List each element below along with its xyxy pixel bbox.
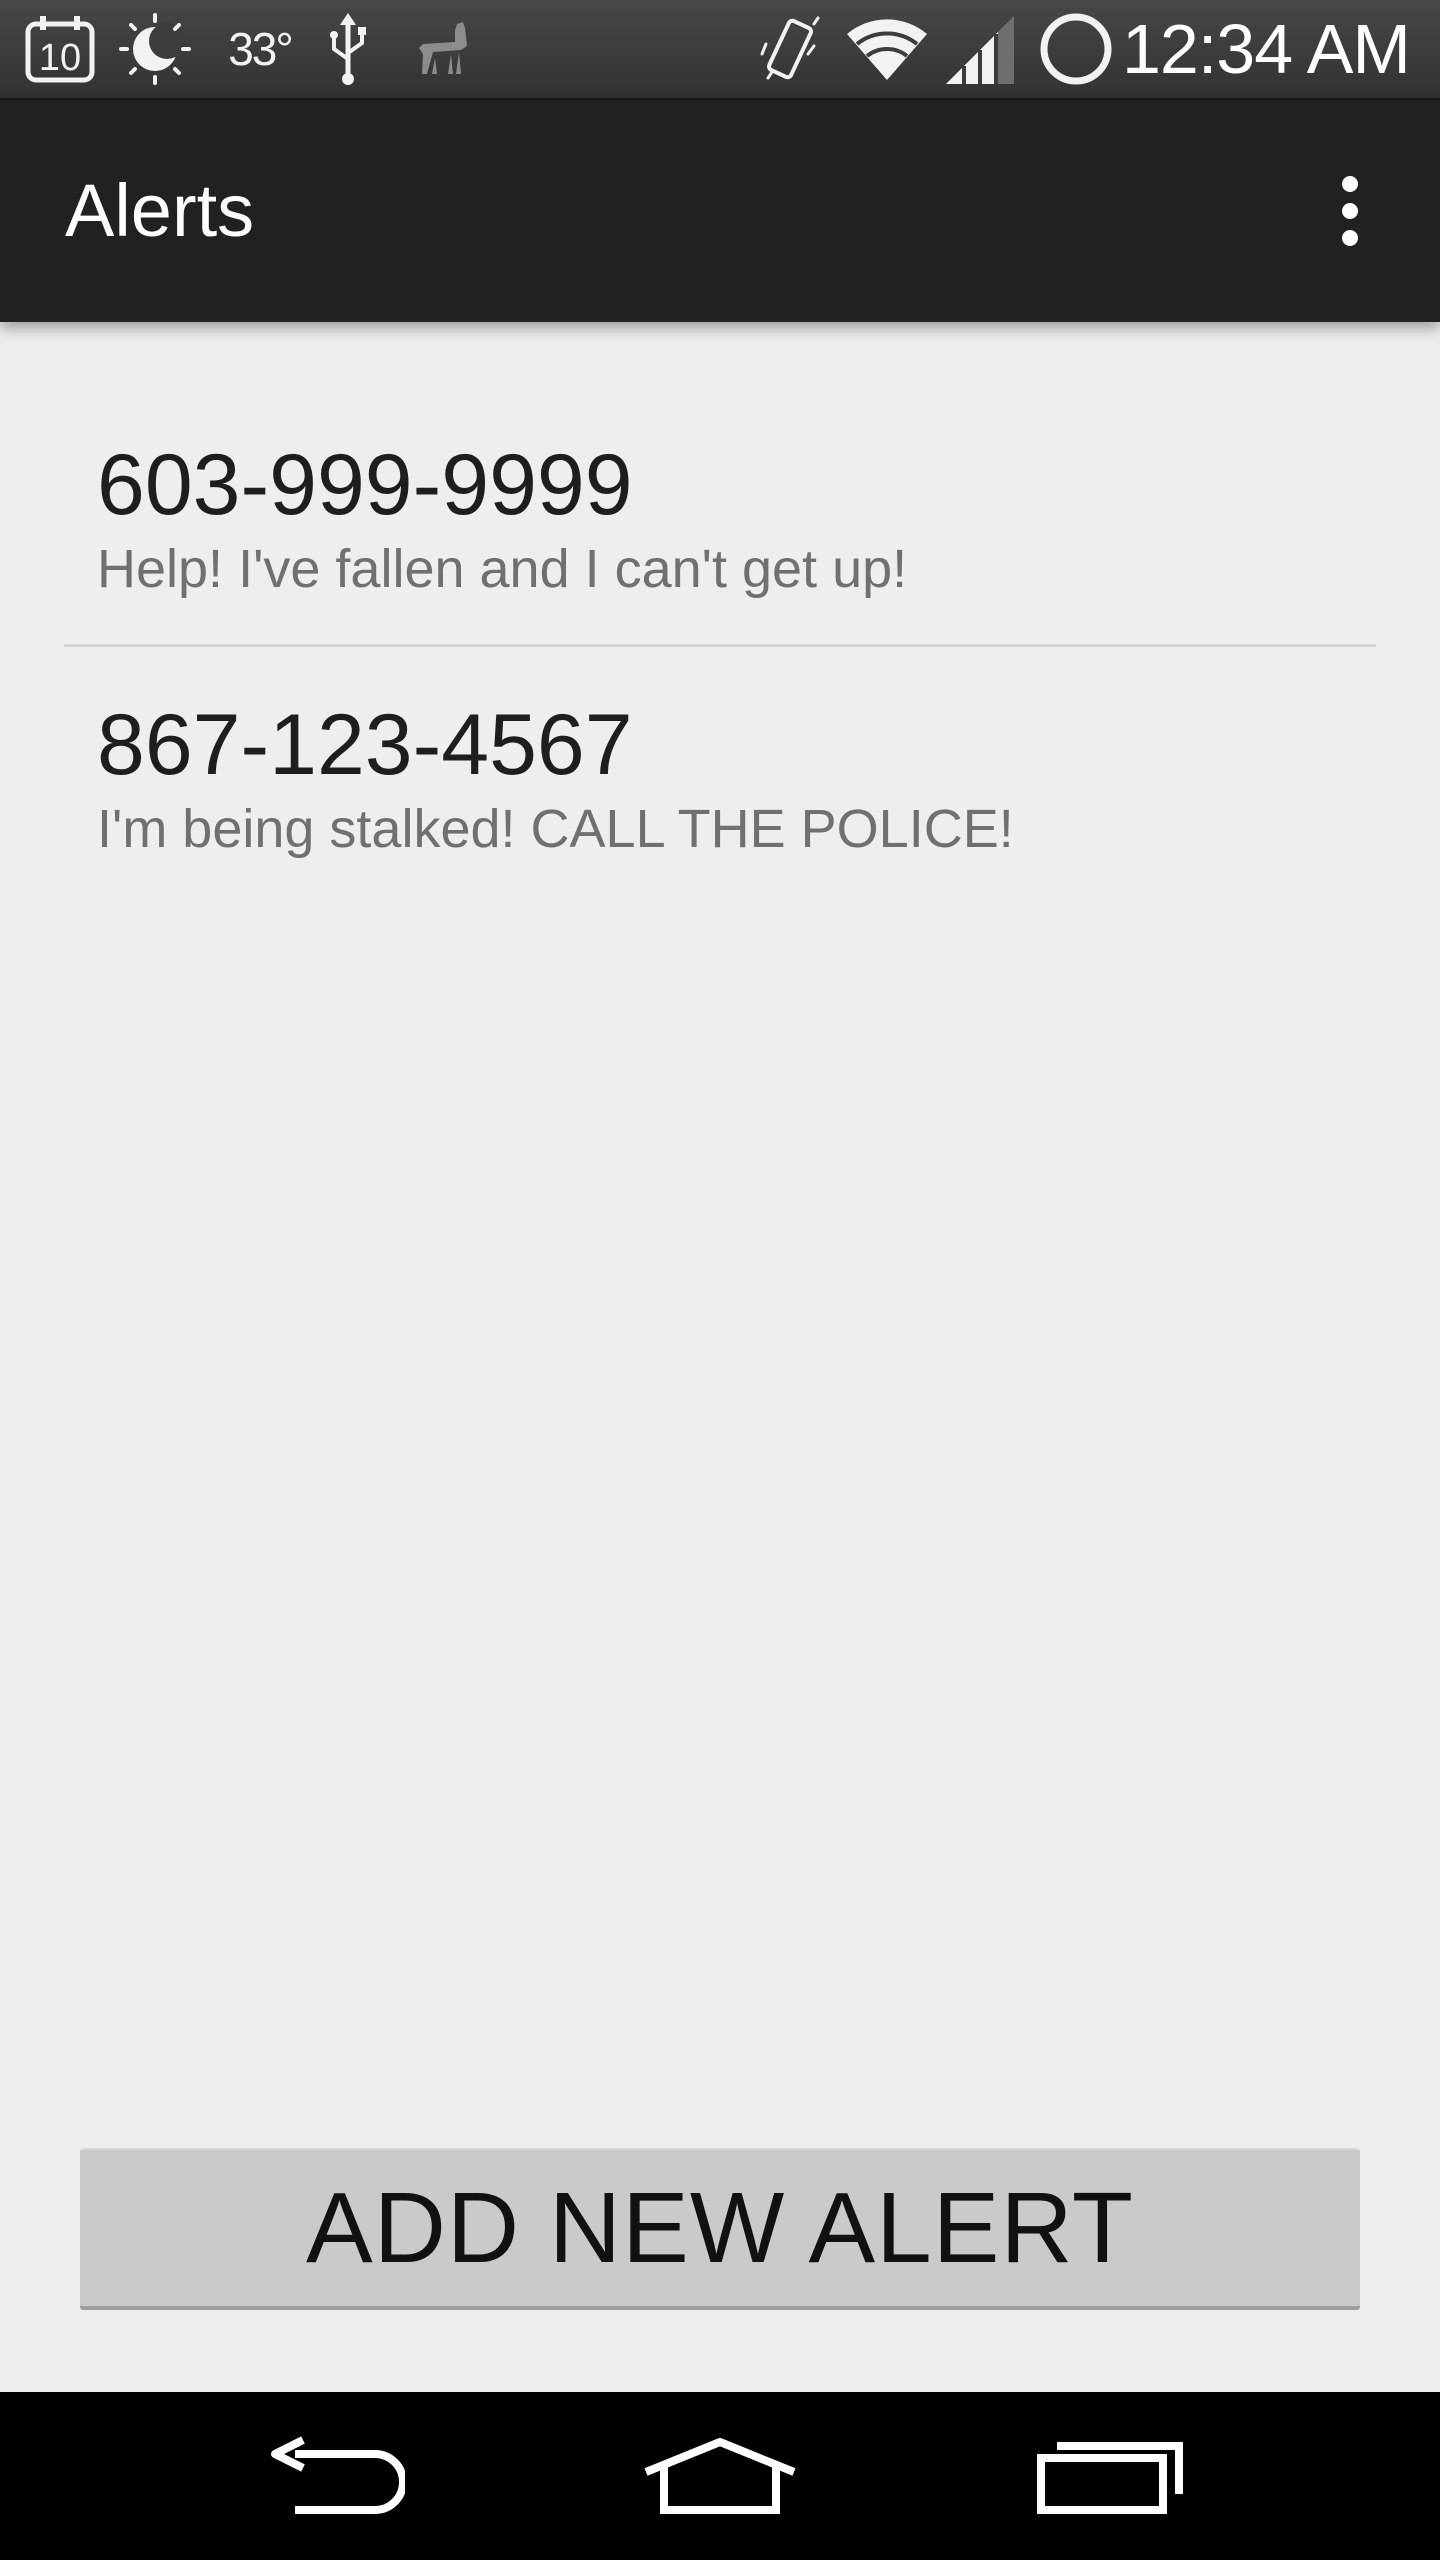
action-bar: Alerts (0, 100, 1440, 322)
home-icon[interactable] (600, 2392, 840, 2560)
overflow-dot (1342, 176, 1358, 192)
list-divider (64, 644, 1376, 647)
status-bar: 10 33° 12:34 AM (0, 0, 1440, 100)
alert-phone-number: 867-123-4567 (97, 697, 633, 793)
vibrate-icon (755, 0, 825, 98)
calendar-day: 10 (39, 37, 81, 79)
cell-signal-icon (940, 0, 1020, 98)
navigation-bar (0, 2392, 1440, 2560)
page-title: Alerts (65, 169, 255, 252)
alert-list-item[interactable]: 867-123-4567 I'm being stalked! CALL THE… (64, 674, 1376, 926)
overflow-menu-icon[interactable] (1290, 151, 1410, 271)
screen: 10 33° 12:34 AM Alerts 603-999-9999 Help… (0, 0, 1440, 2560)
alert-message: I'm being stalked! CALL THE POLICE! (97, 799, 1014, 859)
temperature-label: 33° (228, 23, 294, 75)
alert-phone-number: 603-999-9999 (97, 437, 633, 533)
wifi-icon (842, 0, 932, 98)
recent-apps-icon[interactable] (990, 2392, 1230, 2560)
alert-message: Help! I've fallen and I can't get up! (97, 539, 908, 599)
add-new-alert-button[interactable]: ADD NEW ALERT (80, 2148, 1360, 2310)
calendar-icon: 10 (18, 0, 102, 98)
clock-time: 12:34 AM (1122, 10, 1411, 88)
battery-ring-icon (1036, 0, 1116, 98)
usb-icon (318, 0, 378, 98)
weather-moon-icon (112, 0, 198, 98)
llama-icon (408, 0, 480, 98)
alert-list-item[interactable]: 603-999-9999 Help! I've fallen and I can… (64, 414, 1376, 666)
overflow-dot (1342, 230, 1358, 246)
overflow-dot (1342, 203, 1358, 219)
back-icon[interactable] (210, 2392, 450, 2560)
